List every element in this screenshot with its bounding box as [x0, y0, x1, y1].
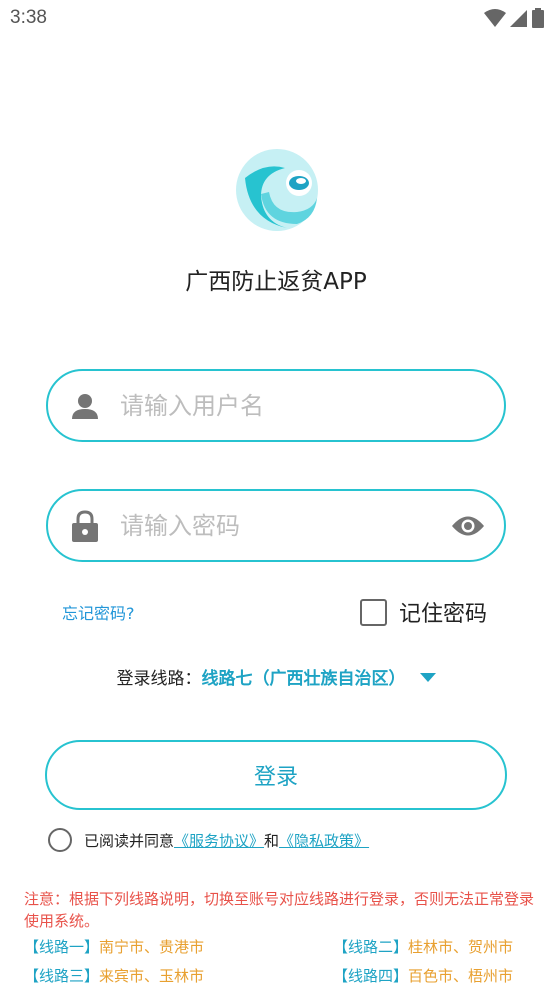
- route-line-tag: 【线路三】: [24, 967, 100, 983]
- remember-checkbox[interactable]: [360, 598, 387, 626]
- route-line-item: 【线路三】来宾市、玉林市: [24, 965, 204, 983]
- password-input[interactable]: [120, 503, 420, 549]
- route-line-item: 【线路四】百色市、梧州市: [333, 965, 513, 983]
- app-logo: [235, 148, 319, 232]
- status-time: 3:38: [10, 7, 47, 28]
- show-password-icon[interactable]: [450, 511, 486, 541]
- lock-icon: [70, 510, 100, 542]
- wifi-icon: [484, 9, 506, 27]
- route-line-item: 【线路二】桂林市、贺州市: [333, 936, 513, 957]
- remember-password-toggle[interactable]: 记住密码: [360, 596, 487, 628]
- route-line-tag: 【线路二】: [333, 938, 409, 956]
- agree-and: 和: [264, 831, 280, 850]
- route-line-cities: 桂林市、贺州市: [408, 938, 514, 956]
- route-line-cities: 来宾市、玉林市: [99, 967, 205, 983]
- signal-icon: [510, 10, 527, 27]
- route-line-tag: 【线路四】: [333, 967, 409, 983]
- status-icons: [484, 8, 544, 28]
- login-button[interactable]: 登录: [45, 740, 507, 810]
- remember-label: 记住密码: [399, 602, 488, 627]
- agree-radio[interactable]: [48, 828, 72, 852]
- agreement-row: 已阅读并同意 《服务协议》 和 《隐私政策》: [48, 828, 369, 852]
- username-input[interactable]: [120, 383, 420, 429]
- forgot-password-link[interactable]: 忘记密码?: [62, 600, 135, 624]
- route-value[interactable]: 线路七（广西壮族自治区）: [202, 669, 406, 689]
- agree-prefix: 已阅读并同意: [84, 831, 175, 850]
- route-selector[interactable]: 登录线路：线路七（广西壮族自治区）: [0, 664, 552, 689]
- route-notice: 注意：根据下列线路说明，切换至账号对应线路进行登录，否则无法正常登录使用系统。: [24, 890, 535, 930]
- app-name: 广西防止返贫APP: [185, 269, 367, 295]
- route-label: 登录线路：: [116, 669, 202, 689]
- battery-icon: [532, 8, 544, 28]
- logo-icon: [236, 149, 318, 231]
- status-bar: 3:38: [0, 0, 552, 38]
- service-agreement-link[interactable]: 《服务协议》: [174, 830, 264, 851]
- username-field[interactable]: [46, 369, 506, 442]
- route-line-tag: 【线路一】: [24, 938, 100, 956]
- caret-down-icon[interactable]: [419, 672, 436, 682]
- route-line-cities: 百色市、梧州市: [408, 967, 514, 983]
- route-line-item: 【线路一】南宁市、贵港市: [24, 936, 204, 957]
- password-field[interactable]: [46, 489, 506, 562]
- user-icon: [70, 390, 100, 422]
- privacy-policy-link[interactable]: 《隐私政策》: [279, 830, 369, 851]
- route-line-cities: 南宁市、贵港市: [99, 938, 205, 956]
